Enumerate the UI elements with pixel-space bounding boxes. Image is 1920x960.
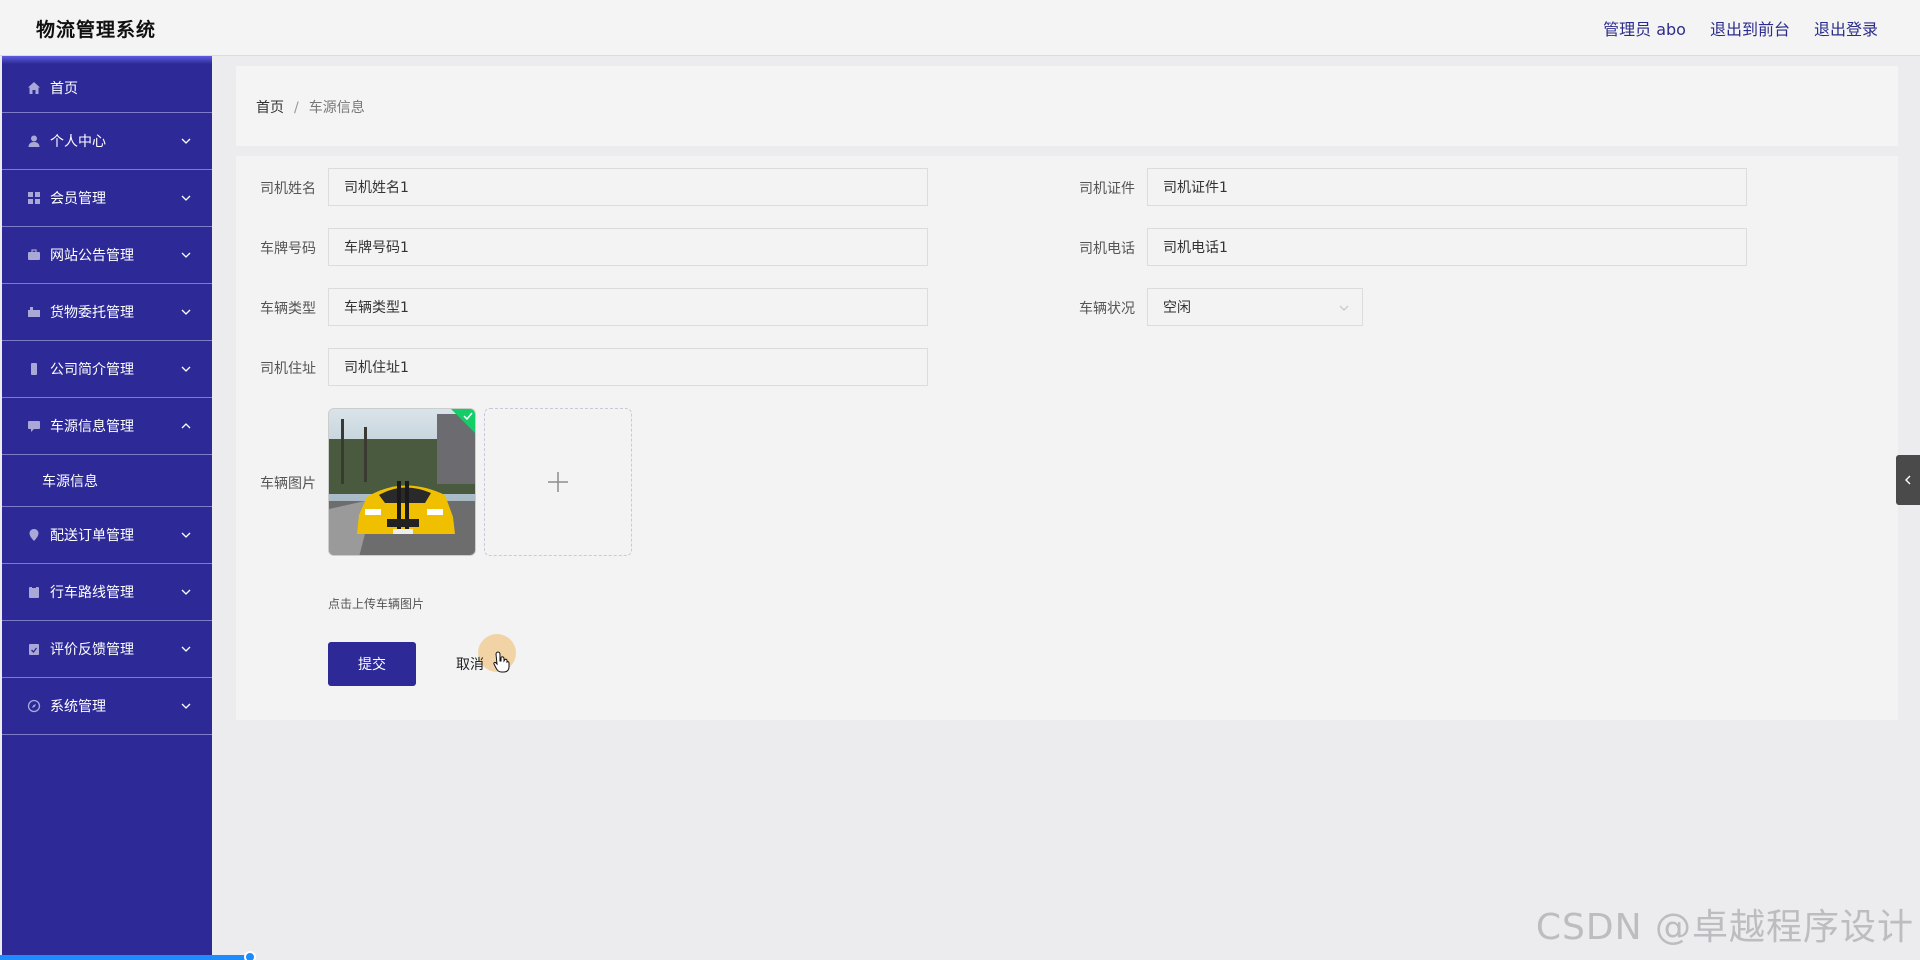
sidebar-item-system[interactable]: 系统管理: [2, 678, 212, 735]
sidebar-item-label: 网站公告管理: [50, 248, 134, 264]
vehicle-status-label: 车辆状况: [1079, 301, 1135, 317]
image-upload-button[interactable]: [484, 408, 632, 556]
submit-button[interactable]: 提交: [328, 642, 416, 686]
briefcase-icon: [26, 247, 42, 263]
vehicle-type-input[interactable]: [328, 288, 928, 326]
sidebar-item-company[interactable]: 公司简介管理: [2, 341, 212, 398]
truck-icon: [26, 304, 42, 320]
location-icon: [26, 527, 42, 543]
driver-phone-input[interactable]: [1147, 228, 1747, 266]
breadcrumb-current: 车源信息: [308, 100, 365, 116]
driver-license-label: 司机证件: [1079, 181, 1135, 197]
user-label[interactable]: 管理员 abo: [1603, 16, 1686, 40]
breadcrumb: 首页 / 车源信息: [256, 97, 365, 117]
app-title: 物流管理系统: [36, 19, 157, 41]
driver-name-label: 司机姓名: [260, 181, 316, 197]
vehicle-status-value: 空闲: [1163, 300, 1191, 316]
building-icon: [26, 361, 42, 377]
chevron-down-icon: [181, 532, 191, 538]
vehicle-image-thumbnail[interactable]: [328, 408, 476, 556]
clipboard-check-icon: [26, 641, 42, 657]
loading-progress-bar: [0, 951, 1920, 960]
sidebar-item-cargo[interactable]: 货物委托管理: [2, 284, 212, 341]
chevron-down-icon: [181, 589, 191, 595]
chevron-down-icon: [181, 703, 191, 709]
user-icon: [26, 133, 42, 149]
sidebar-item-personal[interactable]: 个人中心: [2, 113, 212, 170]
plate-number-label: 车牌号码: [260, 241, 316, 257]
upload-hint: 点击上传车辆图片: [328, 597, 425, 611]
plus-icon: [548, 472, 568, 492]
top-header: 物流管理系统 管理员 abo 退出到前台 退出登录: [0, 0, 1920, 56]
sidebar-item-home[interactable]: 首页: [2, 64, 212, 113]
sidebar-item-delivery-orders[interactable]: 配送订单管理: [2, 507, 212, 564]
vehicle-image-label: 车辆图片: [260, 476, 316, 492]
collapse-panel-tab[interactable]: [1896, 455, 1920, 505]
sidebar-item-routes[interactable]: 行车路线管理: [2, 564, 212, 621]
sidebar-item-label: 系统管理: [50, 699, 106, 715]
sidebar-item-members[interactable]: 会员管理: [2, 170, 212, 227]
breadcrumb-separator: /: [294, 100, 299, 116]
sidebar-item-label: 配送订单管理: [50, 528, 134, 544]
plate-number-input[interactable]: [328, 228, 928, 266]
breadcrumb-card: 首页 / 车源信息: [236, 66, 1898, 146]
header-links: 管理员 abo 退出到前台 退出登录: [1603, 16, 1878, 40]
driver-address-input[interactable]: [328, 348, 928, 386]
sidebar-item-label: 公司简介管理: [50, 362, 134, 378]
driver-address-label: 司机住址: [260, 361, 316, 377]
sidebar-item-label: 个人中心: [50, 134, 106, 150]
chevron-down-icon: [181, 646, 191, 652]
sidebar-item-vehicle-source[interactable]: 车源信息管理: [2, 398, 212, 455]
front-link[interactable]: 退出到前台: [1710, 16, 1790, 40]
chevron-down-icon: [181, 309, 191, 315]
progress-fill: [0, 955, 250, 960]
home-icon: [26, 80, 42, 96]
vehicle-type-label: 车辆类型: [260, 301, 316, 317]
clipboard-icon: [26, 584, 42, 600]
sidebar-item-label: 会员管理: [50, 191, 106, 207]
driver-phone-label: 司机电话: [1079, 241, 1135, 257]
sidebar: 首页 个人中心 会员管理 网站公告管理 货物委托管理 公司简介管理 车源信息管理…: [2, 56, 212, 960]
check-icon: [463, 412, 473, 421]
sidebar-item-announcements[interactable]: 网站公告管理: [2, 227, 212, 284]
message-icon: [26, 418, 42, 434]
compass-icon: [26, 698, 42, 714]
sidebar-subitem-vehicle-info[interactable]: 车源信息: [2, 455, 212, 507]
hand-cursor-icon: [493, 651, 510, 673]
sidebar-item-label: 货物委托管理: [50, 305, 134, 321]
sidebar-item-label: 评价反馈管理: [50, 642, 134, 658]
chevron-down-icon: [181, 252, 191, 258]
sidebar-item-label: 行车路线管理: [50, 585, 134, 601]
watermark: CSDN @卓越程序设计: [1535, 907, 1914, 948]
sidebar-item-label: 首页: [50, 81, 78, 97]
chevron-down-icon: [181, 195, 191, 201]
chevron-left-icon: [1905, 475, 1911, 485]
grid-icon: [26, 190, 42, 206]
sidebar-item-feedback[interactable]: 评价反馈管理: [2, 621, 212, 678]
cancel-button[interactable]: 取消: [440, 642, 500, 686]
progress-knob: [243, 951, 256, 960]
chevron-down-icon: [181, 366, 191, 372]
chevron-down-icon: [181, 138, 191, 144]
sidebar-item-label: 车源信息管理: [50, 419, 134, 435]
chevron-down-icon: [1339, 305, 1349, 311]
logout-link[interactable]: 退出登录: [1814, 16, 1878, 40]
chevron-up-icon: [181, 423, 191, 429]
vehicle-status-select[interactable]: 空闲: [1147, 288, 1363, 326]
sidebar-highlight: [2, 56, 212, 64]
sidebar-subitem-label: 车源信息: [42, 473, 98, 490]
driver-name-input[interactable]: [328, 168, 928, 206]
driver-license-input[interactable]: [1147, 168, 1747, 206]
breadcrumb-home[interactable]: 首页: [256, 100, 284, 116]
